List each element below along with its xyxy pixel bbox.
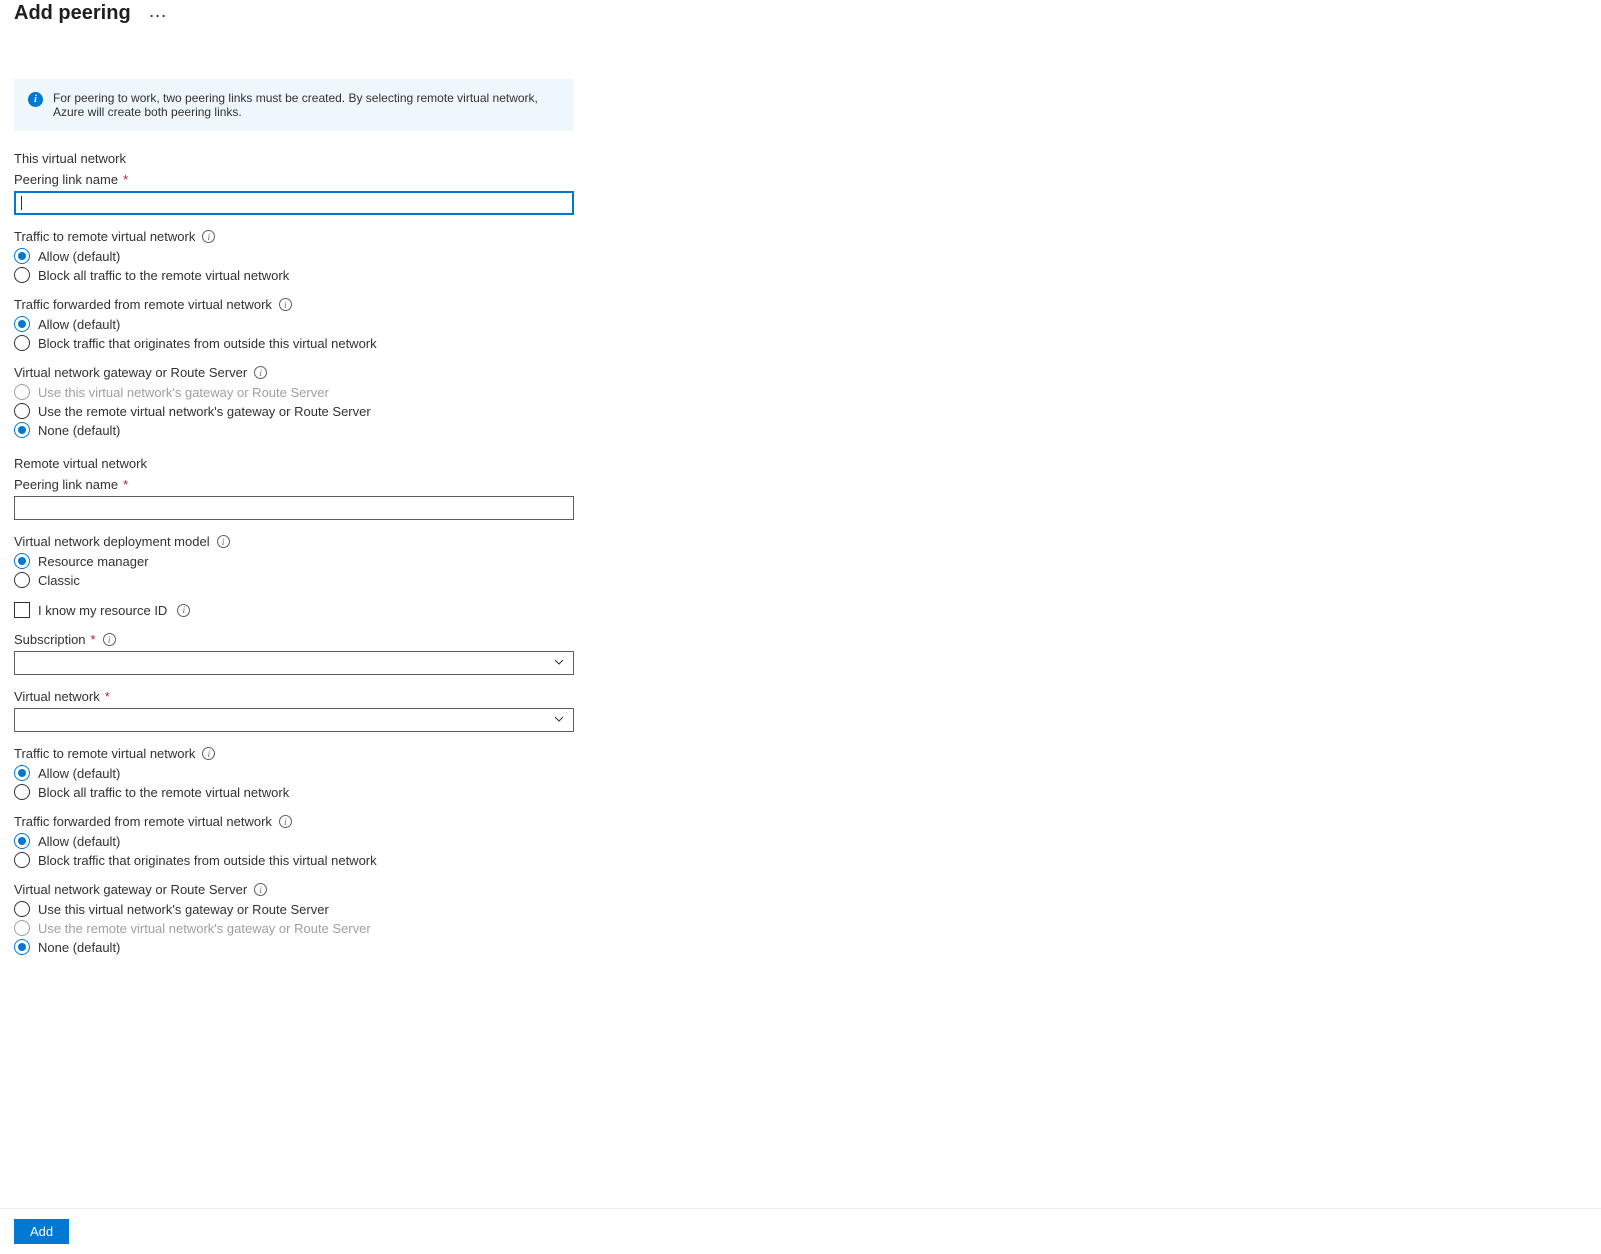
help-icon[interactable]: i <box>202 747 215 760</box>
help-icon[interactable]: i <box>254 366 267 379</box>
select-subscription[interactable] <box>14 651 574 675</box>
help-icon[interactable]: i <box>279 815 292 828</box>
radio-deploy-classic[interactable]: Classic <box>14 572 1587 588</box>
help-icon[interactable]: i <box>177 604 190 617</box>
radio-remote-gw-none[interactable]: None (default) <box>14 939 1587 955</box>
label-subscription: Subscription* i <box>14 632 1587 647</box>
add-button[interactable]: Add <box>14 1219 69 1244</box>
page-title: Add peering <box>14 2 131 25</box>
info-icon: i <box>28 92 43 107</box>
radio-remote-gw-usethis[interactable]: Use this virtual network's gateway or Ro… <box>14 901 1587 917</box>
label-this-traffic-to-remote: Traffic to remote virtual network i <box>14 229 1587 244</box>
label-this-peering-link: Peering link name* <box>14 172 1587 187</box>
label-remote-gateway: Virtual network gateway or Route Server … <box>14 882 1587 897</box>
help-icon[interactable]: i <box>103 633 116 646</box>
radio-remote-fwd-allow[interactable]: Allow (default) <box>14 833 1587 849</box>
info-banner-text: For peering to work, two peering links m… <box>53 91 560 119</box>
section-this-vnet: This virtual network <box>14 151 1587 166</box>
radio-remote-gw-useremote: Use the remote virtual network's gateway… <box>14 920 1587 936</box>
radio-this-fwd-allow[interactable]: Allow (default) <box>14 316 1587 332</box>
radio-this-traffic-allow[interactable]: Allow (default) <box>14 248 1587 264</box>
label-this-traffic-forwarded: Traffic forwarded from remote virtual ne… <box>14 297 1587 312</box>
label-remote-peering-link: Peering link name* <box>14 477 1587 492</box>
select-virtual-network[interactable] <box>14 708 574 732</box>
more-icon[interactable]: ⋯ <box>149 7 167 25</box>
help-icon[interactable]: i <box>217 535 230 548</box>
checkbox-know-resource-id[interactable]: I know my resource ID i <box>14 602 1587 618</box>
help-icon[interactable]: i <box>279 298 292 311</box>
info-banner: i For peering to work, two peering links… <box>14 79 574 131</box>
label-virtual-network: Virtual network* <box>14 689 1587 704</box>
radio-remote-traffic-allow[interactable]: Allow (default) <box>14 765 1587 781</box>
radio-this-gw-useremote[interactable]: Use the remote virtual network's gateway… <box>14 403 1587 419</box>
radio-this-gw-none[interactable]: None (default) <box>14 422 1587 438</box>
radio-this-traffic-block[interactable]: Block all traffic to the remote virtual … <box>14 267 1587 283</box>
chevron-down-icon <box>553 656 565 671</box>
input-remote-peering-link-name[interactable] <box>14 496 574 520</box>
chevron-down-icon <box>553 713 565 728</box>
radio-remote-traffic-block[interactable]: Block all traffic to the remote virtual … <box>14 784 1587 800</box>
page-header: Add peering ⋯ <box>14 2 1587 25</box>
radio-deploy-rm[interactable]: Resource manager <box>14 553 1587 569</box>
radio-this-gw-usethis: Use this virtual network's gateway or Ro… <box>14 384 1587 400</box>
footer: Add <box>0 1208 1601 1254</box>
label-remote-traffic-forwarded: Traffic forwarded from remote virtual ne… <box>14 814 1587 829</box>
label-remote-traffic-to-remote: Traffic to remote virtual network i <box>14 746 1587 761</box>
help-icon[interactable]: i <box>254 883 267 896</box>
radio-remote-fwd-block[interactable]: Block traffic that originates from outsi… <box>14 852 1587 868</box>
section-remote-vnet: Remote virtual network <box>14 456 1587 471</box>
label-this-gateway: Virtual network gateway or Route Server … <box>14 365 1587 380</box>
radio-this-fwd-block[interactable]: Block traffic that originates from outsi… <box>14 335 1587 351</box>
label-deploy-model: Virtual network deployment model i <box>14 534 1587 549</box>
help-icon[interactable]: i <box>202 230 215 243</box>
input-this-peering-link-name[interactable] <box>14 191 574 215</box>
